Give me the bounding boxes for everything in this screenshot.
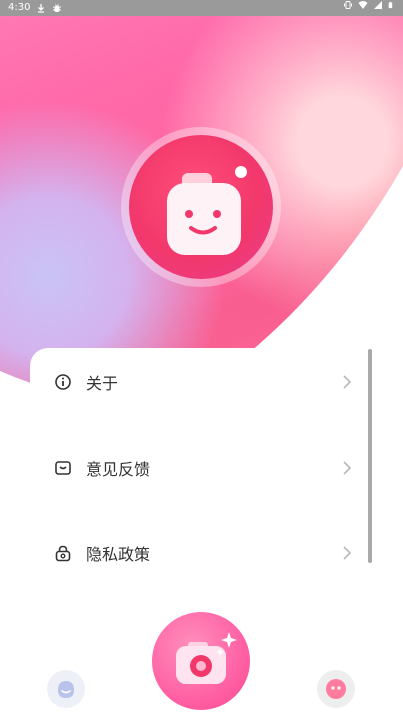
camera-button[interactable] [152, 612, 250, 710]
smile-box-icon [167, 166, 247, 255]
menu-item-about[interactable]: 关于 [30, 360, 360, 404]
menu-item-privacy[interactable]: 隐私政策 [30, 531, 360, 575]
vibrate-icon [344, 1, 352, 9]
menu-item-label: 隐私政策 [86, 545, 151, 564]
app-logo [121, 127, 281, 287]
bug-icon [53, 4, 62, 12]
privacy-lock-icon [55, 545, 71, 562]
menu-item-label: 意见反馈 [86, 460, 151, 479]
signal-icon [374, 1, 382, 9]
nav-profile-button[interactable] [317, 670, 355, 708]
app-logo-core [129, 135, 273, 279]
nav-home-button[interactable] [47, 670, 85, 708]
chevron-right-icon [343, 461, 352, 475]
chevron-right-icon [343, 546, 352, 560]
home-face-icon [58, 681, 74, 698]
status-time: 4:30 [8, 2, 31, 13]
battery-icon [388, 1, 393, 9]
camera-icon [176, 632, 237, 684]
menu-item-feedback[interactable]: 意见反馈 [30, 446, 360, 490]
wifi-icon [358, 1, 368, 9]
status-bar: 4:30 [0, 0, 403, 16]
download-icon [38, 4, 45, 13]
info-icon [55, 374, 71, 390]
profile-face-icon [326, 679, 346, 699]
scrollbar[interactable] [368, 349, 372, 563]
feedback-icon [55, 461, 71, 475]
menu-item-label: 关于 [86, 374, 119, 393]
chevron-right-icon [343, 375, 352, 389]
